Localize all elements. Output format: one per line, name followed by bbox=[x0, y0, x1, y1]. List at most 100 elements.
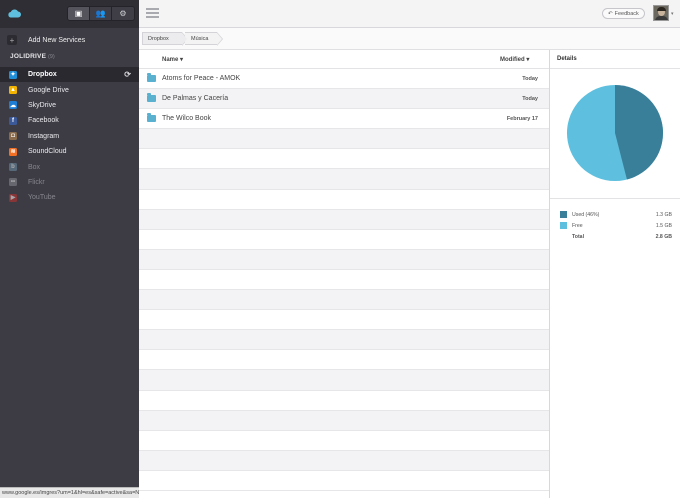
menu-icon[interactable] bbox=[146, 8, 159, 18]
empty-row bbox=[139, 209, 549, 230]
add-new-services-label: Add New Services bbox=[28, 36, 86, 44]
empty-row bbox=[139, 190, 549, 210]
details-title: Details bbox=[550, 50, 680, 69]
sidebar-item-label: Facebook bbox=[28, 117, 59, 125]
empty-row bbox=[139, 230, 549, 250]
sidebar-item-label: Box bbox=[28, 163, 41, 171]
file-rows: Atoms for Peace - AMOK Today De Palmas y C… bbox=[139, 69, 549, 491]
sidebar-item-skydrive[interactable]: ☁ SkyDrive bbox=[0, 98, 139, 113]
sidebar-item-label: Dropbox bbox=[28, 71, 57, 79]
empty-row bbox=[139, 471, 549, 491]
skydrive-icon: ☁ bbox=[9, 101, 17, 110]
empty-row bbox=[139, 330, 549, 351]
dropbox-icon: ✦ bbox=[9, 70, 17, 79]
sidebar-item-label: SkyDrive bbox=[28, 101, 57, 109]
feedback-label: Feedback bbox=[614, 10, 639, 17]
empty-row bbox=[139, 310, 549, 331]
section-title-text: JOLIDRIVE bbox=[10, 53, 47, 60]
users-icon[interactable]: 👥 bbox=[90, 7, 112, 20]
empty-row bbox=[139, 431, 549, 451]
empty-row bbox=[139, 270, 549, 291]
table-row[interactable]: Atoms for Peace - AMOK Today bbox=[139, 69, 549, 90]
sidebar-item-label: YouTube bbox=[28, 194, 56, 202]
sidebar-item-dropbox[interactable]: ✦ Dropbox ⟳ bbox=[0, 67, 139, 83]
sidebar-item-facebook[interactable]: f Facebook bbox=[0, 113, 139, 128]
legend-label: Free bbox=[572, 222, 583, 229]
sync-icon[interactable]: ⟳ bbox=[124, 70, 131, 79]
total-value: 2.8 GB bbox=[655, 233, 672, 240]
view-switcher: ▣ 👥 ⚙ bbox=[67, 6, 135, 21]
legend-item: Used (46%) 1.3 GB bbox=[560, 209, 672, 220]
table-row[interactable]: De Palmas y Cacería Today bbox=[139, 89, 549, 110]
youtube-icon: ▶ bbox=[9, 193, 17, 202]
empty-row bbox=[139, 290, 549, 311]
file-name: The Wilco Book bbox=[162, 115, 212, 123]
empty-row bbox=[139, 350, 549, 371]
empty-row bbox=[139, 149, 549, 170]
file-list: Name ▾ Modified ▾ Atoms for Peace - AMOK… bbox=[139, 50, 549, 498]
legend-total: Total 2.8 GB bbox=[560, 231, 672, 242]
storage-legend: Used (46%) 1.3 GB Free 1.5 GB Total 2.8 GB bbox=[560, 209, 672, 242]
legend-label: Used (46%) bbox=[572, 211, 600, 218]
gear-icon[interactable]: ⚙ bbox=[112, 7, 134, 20]
add-new-services-button[interactable]: + Add New Services bbox=[0, 33, 139, 47]
empty-row bbox=[139, 370, 549, 391]
folder-icon bbox=[147, 73, 156, 82]
sidebar-item-google-drive[interactable]: ▲ Google Drive bbox=[0, 82, 139, 97]
sidebar-item-label: Instagram bbox=[28, 132, 60, 140]
sidebar-item-soundcloud[interactable]: ≋ SoundCloud bbox=[0, 144, 139, 159]
file-modified: Today bbox=[522, 76, 538, 82]
column-header-modified[interactable]: Modified ▾ bbox=[500, 56, 529, 63]
empty-row bbox=[139, 249, 549, 270]
section-title: JOLIDRIVE (9) bbox=[10, 53, 55, 60]
empty-row bbox=[139, 129, 549, 150]
sidebar-item-label: Flickr bbox=[28, 178, 45, 186]
storage-pie-chart bbox=[566, 84, 664, 182]
table-row[interactable]: The Wilco Book February 17 bbox=[139, 109, 549, 130]
google-drive-icon: ▲ bbox=[9, 86, 17, 95]
total-label: Total bbox=[572, 233, 585, 240]
breadcrumb: Dropbox Música bbox=[139, 28, 680, 50]
chevron-down-icon[interactable]: ▾ bbox=[671, 11, 674, 17]
sidebar-item-label: Google Drive bbox=[28, 86, 69, 94]
sidebar-item-label: SoundCloud bbox=[28, 148, 67, 156]
reply-icon: ↶ bbox=[608, 10, 613, 17]
breadcrumb-item-dropbox[interactable]: Dropbox bbox=[142, 32, 188, 46]
breadcrumb-item-musica[interactable]: Música bbox=[185, 32, 223, 46]
sidebar-item-instagram[interactable]: ◘ Instagram bbox=[0, 129, 139, 144]
facebook-icon: f bbox=[9, 116, 17, 125]
legend-swatch bbox=[560, 211, 567, 218]
file-name: Atoms for Peace - AMOK bbox=[162, 75, 241, 82]
file-list-header: Name ▾ Modified ▾ bbox=[139, 50, 549, 69]
file-modified: February 17 bbox=[506, 116, 538, 123]
sidebar-item-box[interactable]: b Box bbox=[0, 159, 139, 174]
empty-row bbox=[139, 169, 549, 190]
topbar: ↶ Feedback ▾ bbox=[139, 0, 680, 28]
section-count: (9) bbox=[48, 54, 55, 60]
cloud-logo-icon[interactable] bbox=[7, 8, 21, 18]
folder-icon bbox=[147, 113, 156, 123]
briefcase-icon[interactable]: ▣ bbox=[68, 7, 90, 20]
file-name: De Palmas y Cacería bbox=[162, 95, 229, 103]
legend-value: 1.5 GB bbox=[655, 222, 672, 229]
legend-swatch bbox=[560, 222, 567, 229]
sidebar-item-flickr[interactable]: •• Flickr bbox=[0, 175, 139, 190]
empty-row bbox=[139, 410, 549, 431]
sort-icon: ▾ bbox=[180, 57, 184, 63]
sidebar-item-youtube[interactable]: ▶ YouTube bbox=[0, 190, 139, 205]
avatar[interactable] bbox=[653, 5, 669, 21]
details-panel: Details Used (46%) 1.3 GB Free 1.5 GB Total 2… bbox=[549, 50, 680, 498]
instagram-icon: ◘ bbox=[9, 132, 17, 141]
column-header-name[interactable]: Name ▾ bbox=[162, 56, 183, 63]
legend-value: 1.3 GB bbox=[655, 211, 672, 218]
sort-icon: ▾ bbox=[526, 57, 530, 63]
plus-icon: + bbox=[7, 35, 17, 45]
services-list: ✦ Dropbox ⟳ ▲ Google Drive ☁ SkyDrive f Facebook… bbox=[0, 67, 139, 206]
sidebar-header: ▣ 👥 ⚙ bbox=[0, 0, 139, 28]
sidebar: ▣ 👥 ⚙ + Add New Services JOLIDRIVE (9) ✦ Dro… bbox=[0, 0, 139, 498]
feedback-button[interactable]: ↶ Feedback bbox=[602, 8, 645, 19]
soundcloud-icon: ≋ bbox=[9, 147, 17, 156]
folder-icon bbox=[147, 93, 156, 103]
empty-row bbox=[139, 391, 549, 411]
file-modified: Today bbox=[522, 96, 538, 103]
